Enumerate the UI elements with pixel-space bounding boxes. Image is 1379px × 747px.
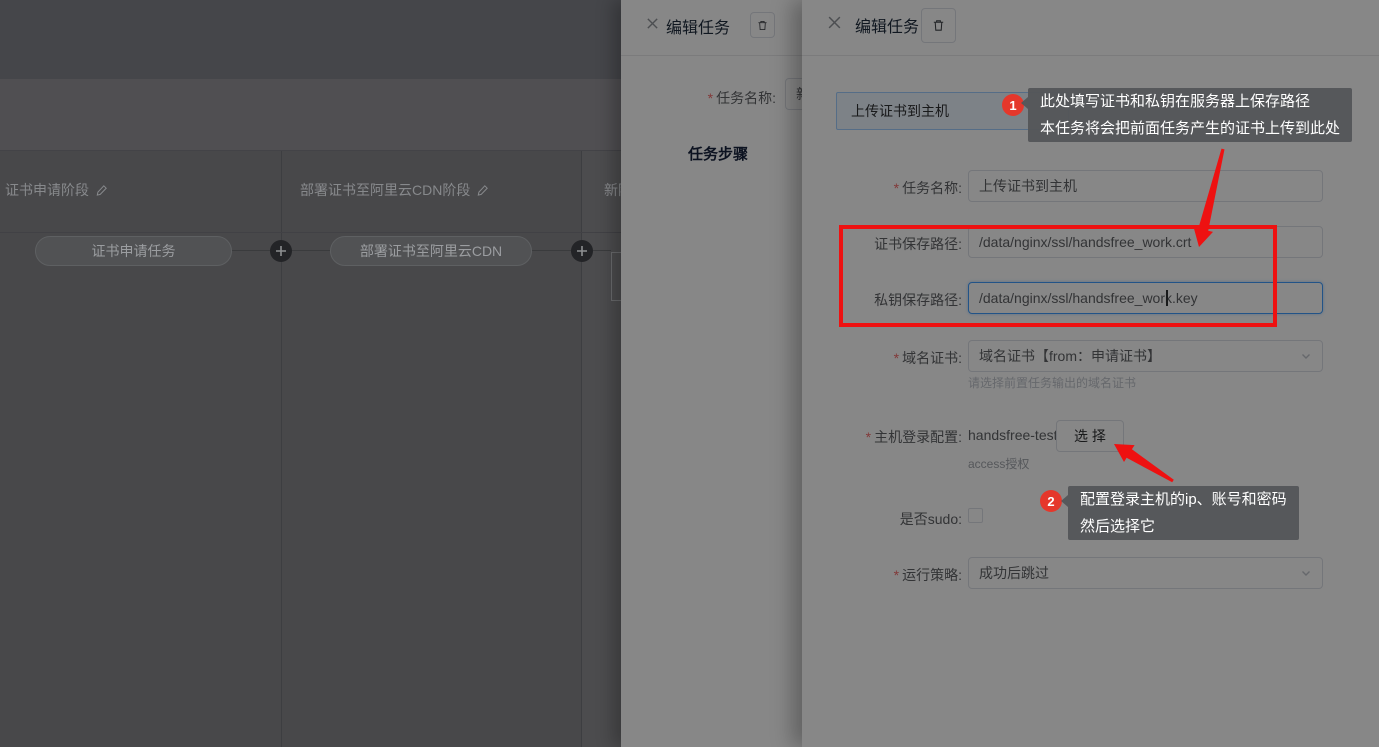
stage-header-divider <box>0 232 621 233</box>
annotation-tooltip-1: 此处填写证书和私钥在服务器上保存路径 本任务将会把前面任务产生的证书上传到此处 <box>1028 88 1352 142</box>
stage-header-1: 证书申请阶段 <box>5 181 108 199</box>
plus-icon <box>275 245 287 257</box>
tooltip-arrow <box>1021 97 1028 109</box>
tooltip-line: 此处填写证书和私钥在服务器上保存路径 <box>1040 88 1340 115</box>
task-pill-deploy-cdn[interactable]: 部署证书至阿里云CDN <box>330 236 532 266</box>
connector-line <box>593 250 611 251</box>
edit-pencil-icon[interactable] <box>96 184 108 196</box>
stage-column-3-bg <box>582 151 621 747</box>
tooltip-line: 配置登录主机的ip、账号和密码 <box>1080 486 1287 513</box>
canvas-toolbar-band <box>0 79 621 151</box>
app-root: 证书申请阶段 部署证书至阿里云CDN阶段 新阶段 证书申请任务 部署证书至阿里云… <box>0 0 1379 747</box>
annotation-badge-2: 2 <box>1040 490 1062 512</box>
plus-icon <box>576 245 588 257</box>
stage-title: 部署证书至阿里云CDN阶段 <box>300 180 470 200</box>
tooltip-line: 然后选择它 <box>1080 513 1287 540</box>
task-pill-label: 证书申请任务 <box>92 241 176 261</box>
annotation-tooltip-2: 配置登录主机的ip、账号和密码 然后选择它 <box>1068 486 1299 540</box>
connector-line <box>530 250 571 251</box>
add-stage-button-2[interactable] <box>571 240 593 262</box>
canvas-top-band <box>0 0 621 79</box>
task-pill-label: 部署证书至阿里云CDN <box>360 241 502 261</box>
connector-line <box>292 250 330 251</box>
tooltip-arrow <box>1061 495 1068 507</box>
stage-header-2: 部署证书至阿里云CDN阶段 <box>300 181 489 199</box>
task-pill-cert-request[interactable]: 证书申请任务 <box>35 236 232 266</box>
edit-pencil-icon[interactable] <box>477 184 489 196</box>
connector-line <box>230 250 270 251</box>
stage-title: 证书申请阶段 <box>5 180 89 200</box>
add-stage-button-1[interactable] <box>270 240 292 262</box>
tooltip-line: 本任务将会把前面任务产生的证书上传到此处 <box>1040 115 1340 142</box>
